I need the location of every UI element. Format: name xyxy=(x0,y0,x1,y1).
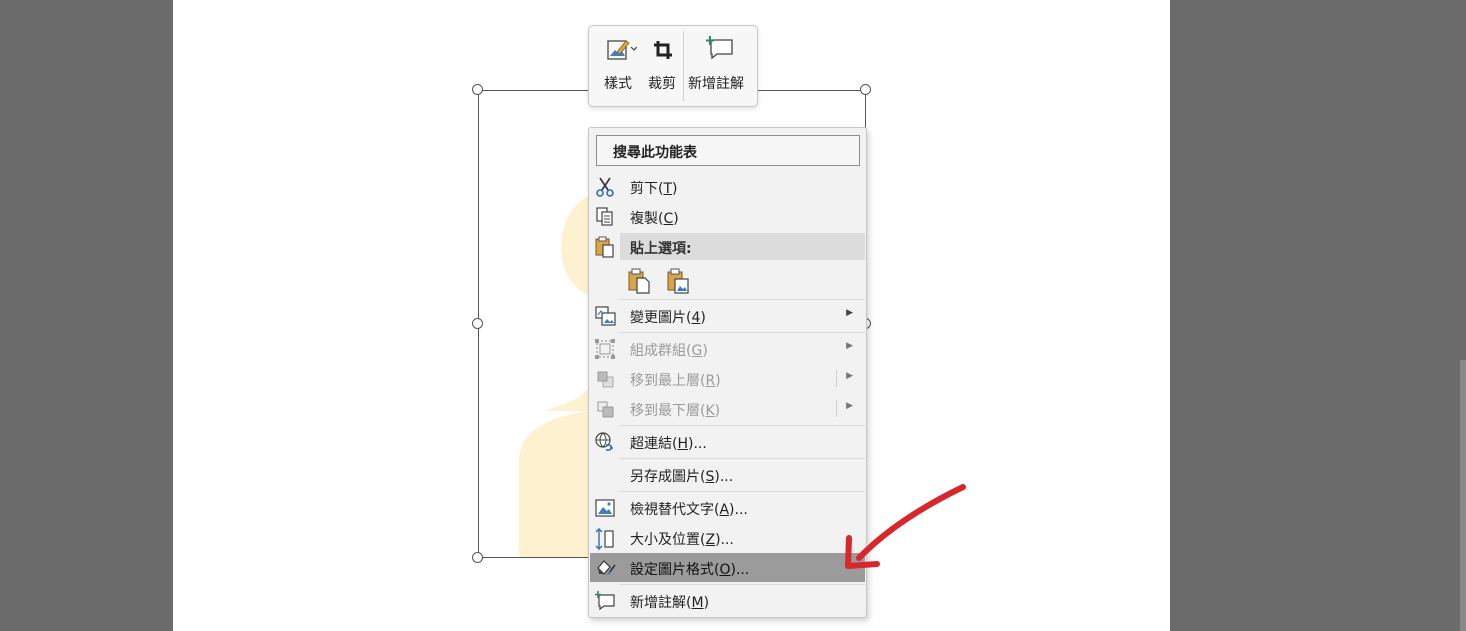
vertical-scrollbar-thumb[interactable] xyxy=(1460,360,1466,631)
resize-handle-bottom-left[interactable] xyxy=(472,552,483,563)
alt-text-picture-icon xyxy=(595,498,615,518)
alt-text-label: 檢視替代文字 xyxy=(630,502,714,518)
menu-item-format-picture[interactable]: 設定圖片格式(O)... xyxy=(590,553,865,582)
new-comment-icon xyxy=(706,36,734,64)
new-comment-button[interactable]: 新增註解 xyxy=(686,26,756,106)
menu-item-alt-text[interactable]: 檢視替代文字(A)... xyxy=(590,493,865,522)
format-picture-ellipsis: ... xyxy=(735,562,750,578)
hyperlink-key: H xyxy=(677,436,688,452)
resize-handle-top-right[interactable] xyxy=(860,84,871,95)
alt-text-key: A xyxy=(719,502,730,518)
menu-separator xyxy=(620,491,865,492)
submenu-arrow-icon: ▶ xyxy=(846,341,853,351)
change-picture-key: 4 xyxy=(691,310,701,326)
bring-to-front-key: R xyxy=(705,373,716,389)
copy-icon xyxy=(595,207,615,227)
menu-item-size-position[interactable]: 大小及位置(Z)... xyxy=(590,523,865,552)
save-as-picture-ellipsis: ... xyxy=(719,469,734,485)
red-annotation-arrow-icon xyxy=(845,484,966,569)
resize-handle-top-left[interactable] xyxy=(472,84,483,95)
submenu-arrow-icon[interactable]: ▶ xyxy=(846,371,853,381)
scissors-icon xyxy=(595,177,615,197)
format-picture-paint-icon xyxy=(595,558,616,578)
group-key: G xyxy=(691,343,703,359)
paste-keep-source-icon xyxy=(628,268,650,294)
size-position-ellipsis: ... xyxy=(720,532,734,548)
menu-separator xyxy=(620,299,865,300)
size-position-icon xyxy=(595,528,615,550)
menu-separator xyxy=(620,458,865,459)
send-to-back-icon xyxy=(595,399,615,419)
save-as-picture-label: 另存成圖片 xyxy=(630,469,700,485)
toolbar-separator xyxy=(683,31,684,101)
size-position-key: Z xyxy=(705,532,716,548)
save-as-picture-key: S xyxy=(705,469,715,485)
new-comment-label: 新增註解 xyxy=(688,76,744,92)
context-menu: 搜尋此功能表 剪下(T) 複製(C) 貼上選項: 變更圖片(4) ▶ 組成群組(… xyxy=(588,127,867,618)
new-comment-icon xyxy=(595,591,615,611)
menu-item-copy[interactable]: 複製(C) xyxy=(590,202,865,231)
group-label: 組成群組 xyxy=(630,343,686,359)
alt-text-ellipsis: ... xyxy=(734,502,748,518)
change-picture-label: 變更圖片 xyxy=(630,310,686,326)
new-comment-label: 新增註解 xyxy=(630,595,686,611)
menu-separator xyxy=(620,425,865,426)
menu-item-cut[interactable]: 剪下(T) xyxy=(590,172,865,201)
menu-search-input[interactable]: 搜尋此功能表 xyxy=(596,135,860,166)
picture-style-icon xyxy=(607,38,638,66)
crop-label: 裁剪 xyxy=(648,76,676,92)
copy-key: C xyxy=(663,211,674,227)
mini-toolbar: 樣式 裁剪 新增註解 xyxy=(588,25,758,107)
paste-options-header: 貼上選項: xyxy=(620,233,865,260)
copy-label: 複製 xyxy=(630,211,658,227)
bring-to-front-label: 移到最上層 xyxy=(630,373,700,389)
menu-separator xyxy=(620,332,865,333)
hyperlink-label: 超連結 xyxy=(630,436,672,452)
format-picture-key: O xyxy=(719,562,731,578)
group-icon xyxy=(595,339,615,359)
menu-item-new-comment[interactable]: 新增註解(M) xyxy=(590,586,865,615)
style-label: 樣式 xyxy=(604,76,632,92)
split-separator xyxy=(836,400,837,417)
paste-options-label: 貼上選項: xyxy=(630,241,692,257)
paste-as-picture-icon xyxy=(667,268,689,294)
menu-item-send-to-back[interactable]: 移到最下層(K) ▶ xyxy=(590,394,865,423)
menu-item-bring-to-front[interactable]: 移到最上層(R) ▶ xyxy=(590,364,865,393)
new-comment-key: M xyxy=(691,595,704,611)
change-picture-icon xyxy=(595,306,616,326)
send-to-back-key: K xyxy=(705,403,715,419)
split-separator xyxy=(836,370,837,387)
cut-label: 剪下 xyxy=(630,181,658,197)
submenu-arrow-icon: ▶ xyxy=(846,308,853,318)
cut-key: T xyxy=(663,181,673,197)
format-picture-label: 設定圖片格式 xyxy=(630,562,714,578)
resize-handle-middle-left[interactable] xyxy=(472,318,483,329)
submenu-arrow-icon[interactable]: ▶ xyxy=(846,401,853,411)
crop-button[interactable]: 裁剪 xyxy=(645,26,681,106)
menu-item-save-as-picture[interactable]: 另存成圖片(S)... xyxy=(590,460,865,489)
hyperlink-globe-icon xyxy=(595,432,615,452)
paste-as-picture-button[interactable] xyxy=(666,268,692,294)
style-button[interactable]: 樣式 xyxy=(597,26,643,106)
size-position-label: 大小及位置 xyxy=(630,532,700,548)
menu-item-hyperlink[interactable]: 超連結(H)... xyxy=(590,427,865,456)
send-to-back-label: 移到最下層 xyxy=(630,403,700,419)
menu-item-change-picture[interactable]: 變更圖片(4) ▶ xyxy=(590,301,865,330)
menu-item-group[interactable]: 組成群組(G) ▶ xyxy=(590,334,865,363)
hyperlink-ellipsis: ... xyxy=(693,436,707,452)
menu-separator xyxy=(620,584,865,585)
paste-keep-source-button[interactable] xyxy=(627,268,653,294)
crop-icon xyxy=(653,40,673,64)
bring-to-front-icon xyxy=(595,369,615,389)
paste-icon xyxy=(595,236,615,262)
